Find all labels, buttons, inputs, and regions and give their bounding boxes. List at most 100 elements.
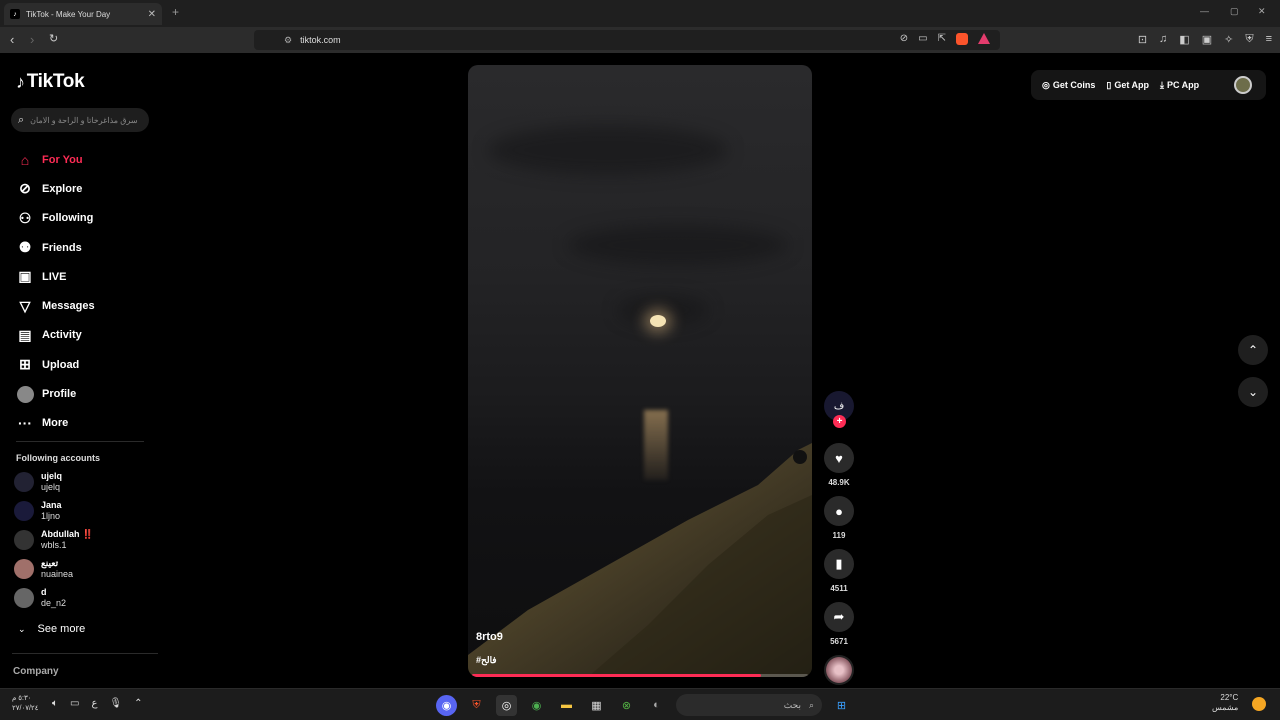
site-info-icon[interactable]: ⚙ (284, 35, 292, 46)
following-account[interactable]: ujelq ujelq (14, 471, 62, 493)
account-name: تعينع (41, 558, 59, 568)
clock[interactable]: ٥:٣٠ م ٢٧/٠٧/٢٤ (12, 694, 38, 714)
back-icon[interactable]: ‹ (10, 32, 14, 47)
share-count: 5671 (830, 637, 848, 646)
get-coins-button[interactable]: ◎ Get Coins (1042, 80, 1095, 91)
nav-more[interactable]: ··· More (16, 409, 95, 438)
get-app-button[interactable]: ▯ Get App (1106, 80, 1149, 91)
discord-icon[interactable]: ◉ (436, 694, 457, 716)
nav-profile[interactable]: Profile (16, 379, 95, 408)
nav-activity[interactable]: ▤ Activity (16, 321, 95, 350)
nav-explore[interactable]: ⊘ Explore (16, 174, 95, 203)
browser-tab[interactable]: ♪ TikTok - Make Your Day ✕ (4, 3, 162, 25)
pc-app-button[interactable]: ⤓ PC App (1160, 80, 1199, 91)
language-indicator[interactable]: ع (91, 698, 97, 709)
weather-widget[interactable]: 22°C مشمس (1212, 693, 1238, 713)
url-text: tiktok.com (300, 35, 341, 45)
url-field[interactable]: ⚙ tiktok.com ⊘ ▭ ⇱ (254, 30, 1000, 50)
avatar (14, 588, 34, 608)
microphone-icon[interactable]: 🎙︎ (109, 698, 122, 709)
vpn-icon[interactable]: ⛨ (1245, 33, 1253, 46)
leo-ai-icon[interactable]: ✧ (1224, 33, 1233, 46)
file-explorer-icon[interactable]: ▬ (556, 695, 577, 716)
close-window-icon[interactable]: ✕ (1258, 6, 1266, 17)
nav-label: Friends (42, 241, 82, 254)
creator-avatar[interactable]: ف + (824, 391, 854, 428)
steam-icon[interactable]: ◐ (646, 695, 667, 716)
screenshot-icon[interactable]: ⊡ (1138, 33, 1147, 46)
nav-label: LIVE (42, 270, 67, 283)
avatar (14, 472, 34, 492)
share-action[interactable]: ➦ 5671 (822, 602, 856, 649)
media-icon[interactable]: ♫ (1159, 33, 1167, 46)
nav-label: Profile (42, 388, 77, 401)
comment-action[interactable]: ● 119 (822, 496, 856, 543)
user-avatar[interactable] (1234, 76, 1252, 94)
nav-for-you[interactable]: ⌂ For You (16, 145, 95, 174)
coin-icon: ◎ (1042, 79, 1050, 90)
windows-start-icon[interactable]: ⊞ (831, 695, 852, 716)
sidebar-icon[interactable]: ◧ (1179, 33, 1189, 46)
video-progress-fill (472, 674, 761, 677)
profile-avatar-icon (16, 385, 34, 403)
wallet-icon[interactable]: ▣ (1202, 33, 1212, 46)
like-action[interactable]: ♥ 48.9K (822, 443, 856, 490)
search-placeholder: سرق مذاغرخاتا و الراحة و الامان (30, 115, 138, 125)
chevron-down-icon: ⌄ (18, 623, 26, 634)
sun-icon (1252, 697, 1266, 711)
video-hashtag[interactable]: #فالح (476, 655, 497, 666)
nav-live[interactable]: ▣ LIVE (16, 262, 95, 291)
following-account[interactable]: Jana 1ljno (14, 500, 62, 522)
close-tab-icon[interactable]: ✕ (148, 9, 156, 20)
store-icon[interactable]: ▦ (586, 695, 607, 716)
translate-icon[interactable]: ⊘ (900, 33, 908, 45)
see-more-button[interactable]: ⌄ See more (18, 623, 85, 635)
nav-upload[interactable]: ⊞ Upload (16, 350, 95, 379)
comment-icon[interactable]: ● (824, 496, 854, 526)
following-accounts-header: Following accounts (16, 453, 101, 463)
video-player[interactable]: 8rto9 #فالح (468, 65, 812, 677)
tray-overflow-icon[interactable]: ⌃ (134, 698, 142, 709)
video-username[interactable]: 8rto9 (476, 631, 503, 643)
more-icon: ··· (18, 415, 32, 432)
reload-icon[interactable]: ↻ (49, 32, 58, 45)
volume-icon[interactable]: 🔈︎ (52, 698, 58, 709)
share-icon[interactable]: ⇱ (938, 33, 946, 45)
menu-icon[interactable]: ≡ (1266, 33, 1272, 46)
brave-shields-icon[interactable] (956, 33, 968, 45)
company-link[interactable]: Company (13, 666, 59, 677)
brave-icon[interactable]: ⛨ (466, 695, 487, 716)
xbox-icon[interactable]: ⊗ (616, 695, 637, 716)
new-tab-icon[interactable]: + (172, 5, 179, 19)
heart-icon[interactable]: ♥ (824, 443, 854, 473)
video-progress-bar[interactable] (472, 674, 808, 677)
nav-following[interactable]: ⚇ Following (16, 204, 95, 233)
tiktok-logo[interactable]: ♪ TikTok (16, 71, 85, 93)
nav-friends[interactable]: ⚉ Friends (16, 233, 95, 262)
maximize-icon[interactable]: ▢ (1230, 6, 1239, 17)
share-arrow-icon[interactable]: ➦ (824, 602, 854, 632)
following-account[interactable]: d de_n2 (14, 587, 66, 609)
browser-toolbar-right: ⊡ ♫ ◧ ▣ ✧ ⛨ ≡ (1138, 33, 1272, 46)
music-disc-icon[interactable] (824, 655, 854, 685)
following-account[interactable]: Abdullah ‼️ wbls.1 (14, 529, 93, 551)
next-video-button[interactable]: ⌄ (1238, 377, 1268, 407)
chrome-icon[interactable]: ◉ (526, 695, 547, 716)
minimize-icon[interactable]: — (1200, 6, 1209, 16)
follow-plus-icon[interactable]: + (833, 415, 846, 428)
network-icon[interactable]: ▭ (70, 698, 79, 709)
forward-icon[interactable]: › (30, 32, 34, 47)
url-actions: ⊘ ▭ ⇱ (900, 33, 990, 45)
obs-icon[interactable]: ◎ (496, 694, 517, 716)
search-icon: ⌕ (18, 113, 25, 126)
previous-video-button[interactable]: ⌃ (1238, 335, 1268, 365)
taskbar-search[interactable]: بحث ⌕ (676, 694, 822, 716)
search-input[interactable]: ⌕ سرق مذاغرخاتا و الراحة و الامان (11, 108, 149, 132)
brave-rewards-icon[interactable] (978, 33, 990, 44)
nav-label: Upload (42, 358, 80, 371)
save-action[interactable]: ▮ 4511 (822, 549, 856, 596)
bookmark-icon[interactable]: ▮ (824, 549, 854, 579)
following-account[interactable]: تعينع nuainea (14, 558, 73, 580)
cast-icon[interactable]: ▭ (918, 33, 927, 45)
nav-messages[interactable]: ▽ Messages (16, 291, 95, 320)
